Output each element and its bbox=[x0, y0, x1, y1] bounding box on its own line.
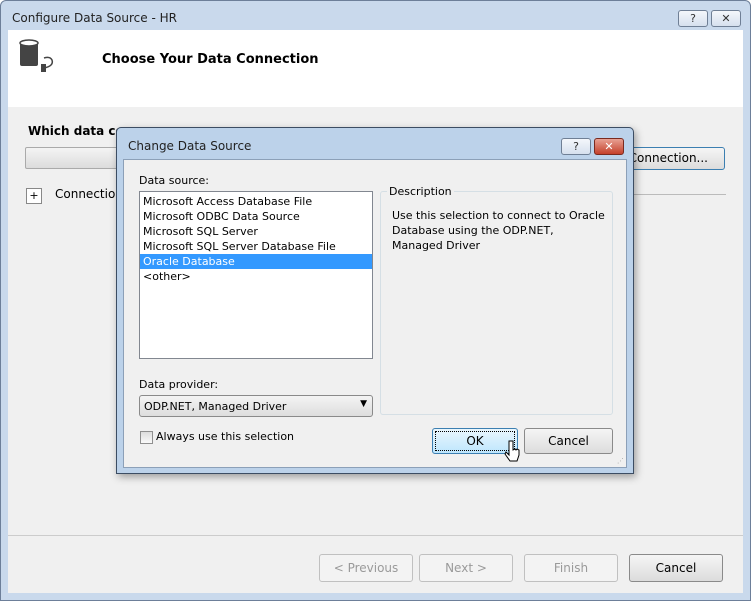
data-source-item[interactable]: Microsoft SQL Server Database File bbox=[140, 239, 372, 254]
help-button[interactable]: ? bbox=[678, 10, 708, 27]
cancel-button[interactable]: Cancel bbox=[629, 554, 723, 582]
footer-divider bbox=[8, 535, 743, 536]
data-source-item[interactable]: Oracle Database bbox=[140, 254, 372, 269]
mouse-cursor-icon bbox=[504, 440, 520, 462]
database-connection-icon bbox=[19, 39, 54, 72]
expand-toggle[interactable]: + bbox=[26, 188, 42, 204]
always-use-label: Always use this selection bbox=[156, 430, 295, 443]
data-source-item[interactable]: Microsoft Access Database File bbox=[140, 194, 372, 209]
data-source-label: Data source: bbox=[139, 174, 209, 187]
dialog-close-button[interactable]: ✕ bbox=[594, 138, 624, 155]
dialog-title: Change Data Source bbox=[128, 139, 252, 153]
description-group: Description Use this selection to connec… bbox=[380, 185, 613, 415]
dialog-cancel-button[interactable]: Cancel bbox=[524, 428, 613, 454]
data-provider-value: ODP.NET, Managed Driver bbox=[144, 400, 287, 413]
chevron-down-icon: ▼ bbox=[360, 399, 367, 409]
new-connection-button[interactable]: Connection... bbox=[624, 147, 725, 170]
change-data-source-dialog: Change Data Source ? ✕ Data source: Micr… bbox=[116, 127, 634, 474]
previous-button[interactable]: < Previous bbox=[319, 554, 413, 582]
page-title: Choose Your Data Connection bbox=[102, 52, 319, 67]
close-button[interactable]: ✕ bbox=[711, 10, 741, 27]
data-source-item[interactable]: <other> bbox=[140, 269, 372, 284]
data-source-list[interactable]: Microsoft Access Database File Microsoft … bbox=[139, 191, 373, 359]
description-label: Description bbox=[387, 185, 454, 198]
window-title: Configure Data Source - HR bbox=[12, 11, 177, 25]
connection-string-label: Connection bbox=[55, 187, 123, 201]
next-button[interactable]: Next > bbox=[419, 554, 513, 582]
always-use-checkbox[interactable] bbox=[140, 431, 153, 444]
data-provider-select[interactable]: ODP.NET, Managed Driver ▼ bbox=[139, 395, 373, 417]
finish-button[interactable]: Finish bbox=[524, 554, 618, 582]
data-source-item[interactable]: Microsoft SQL Server bbox=[140, 224, 372, 239]
resize-grip-icon[interactable]: ⋰ bbox=[617, 457, 624, 465]
wizard-header: Choose Your Data Connection bbox=[8, 30, 743, 107]
data-provider-label: Data provider: bbox=[139, 378, 219, 391]
dialog-help-button[interactable]: ? bbox=[561, 138, 591, 155]
data-source-item[interactable]: Microsoft ODBC Data Source bbox=[140, 209, 372, 224]
description-text: Use this selection to connect to Oracle … bbox=[392, 209, 605, 252]
